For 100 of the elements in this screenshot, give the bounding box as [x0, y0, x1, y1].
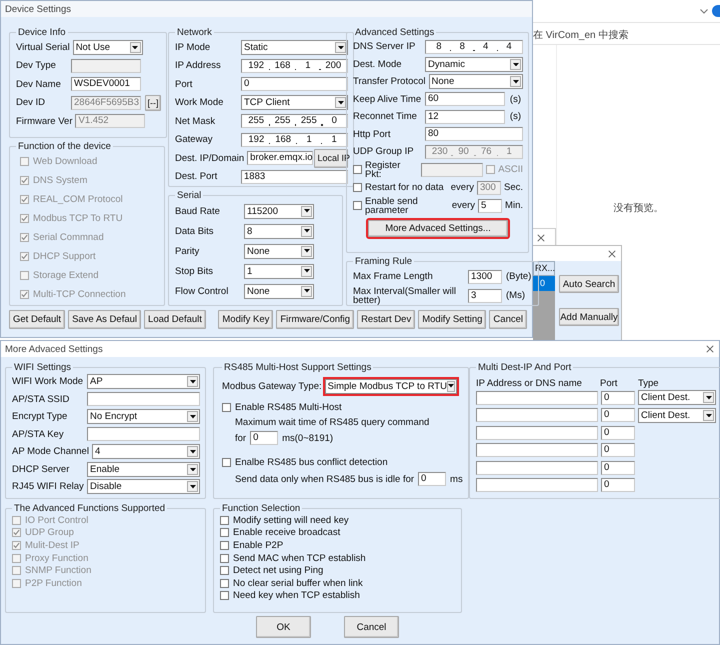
input-field[interactable] — [476, 390, 598, 405]
input-field[interactable]: WSDEV0001 — [71, 77, 141, 92]
input-field[interactable]: 5 — [478, 198, 502, 212]
ip-address-field[interactable]: 192 168 1 1 — [241, 132, 348, 147]
checkbox[interactable] — [220, 591, 229, 600]
checkbox[interactable] — [222, 403, 231, 412]
close-icon[interactable] — [706, 345, 714, 353]
dropdown[interactable]: AP — [87, 374, 200, 390]
dropdown[interactable]: Disable — [87, 479, 200, 494]
field-label: Encrypt Type — [12, 411, 68, 422]
caret-icon — [304, 289, 310, 293]
dialog-button[interactable]: Load Default — [144, 310, 206, 329]
checkbox[interactable] — [222, 458, 231, 467]
dialog-button[interactable]: OK — [256, 616, 311, 638]
close-icon[interactable] — [608, 250, 616, 258]
checkbox-label: Serial Commnad — [33, 232, 104, 243]
ip-address-field[interactable]: 192 168 1 200 — [241, 58, 348, 73]
input-field[interactable] — [87, 427, 200, 442]
checkbox[interactable] — [353, 165, 362, 174]
input-field[interactable]: 0 — [601, 443, 635, 458]
caret-icon — [338, 46, 344, 49]
dropdown[interactable]: 1 — [244, 264, 314, 278]
checkbox-label: SNMP Function — [25, 565, 92, 576]
ip-address-field[interactable]: 8 8 4 4 — [425, 40, 523, 54]
field-label: every — [450, 182, 474, 193]
action-button[interactable]: Auto Search — [559, 275, 619, 293]
checkbox[interactable] — [220, 516, 229, 525]
input-field[interactable]: 80 — [425, 127, 523, 142]
input-field[interactable] — [476, 478, 598, 492]
input-field[interactable]: 0 — [601, 426, 635, 440]
caret-icon — [190, 380, 196, 384]
more-settings-button[interactable]: More Advaced Settings... — [368, 220, 508, 236]
input-field[interactable] — [87, 392, 200, 406]
input-field[interactable]: 0 — [601, 408, 635, 422]
dialog-button[interactable]: Cancel — [489, 310, 527, 329]
field-label: Virtual Serial — [16, 42, 70, 53]
input-field[interactable]: 0 — [250, 431, 278, 445]
input-field[interactable]: 3 — [468, 288, 502, 302]
dropdown[interactable]: No Encrypt — [87, 409, 200, 424]
input-field[interactable] — [476, 443, 598, 458]
dropdown[interactable]: 115200 — [244, 204, 314, 218]
field-label: Dev Type — [16, 60, 57, 72]
input-field[interactable]: 0 — [601, 478, 635, 492]
dialog-button[interactable]: Save As Defaul — [68, 310, 142, 329]
input-field[interactable]: 1883 — [241, 170, 348, 184]
search-field[interactable]: 在 VirCom_en 中搜索 — [533, 27, 720, 45]
input-field[interactable]: 1300 — [468, 270, 502, 284]
input-field[interactable]: 0 — [418, 472, 446, 486]
input-field[interactable]: broker.emqx.io — [247, 151, 314, 166]
dropdown[interactable]: Static — [241, 40, 348, 55]
dialog-button[interactable]: Modify Key — [218, 310, 274, 329]
checkbox[interactable] — [220, 554, 229, 563]
dropdown[interactable]: TCP Client — [241, 95, 348, 110]
field-label: Data Bits — [175, 226, 215, 236]
checkbox-label: ASCII — [498, 164, 523, 175]
dropdown[interactable]: None — [244, 284, 314, 298]
checkbox[interactable] — [220, 528, 229, 538]
checkbox-label: Enable receive broadcast — [233, 527, 340, 538]
dialog-button[interactable]: Get Default — [9, 310, 66, 329]
input-field[interactable] — [476, 408, 598, 422]
dialog-button[interactable]: Firmware/Config — [276, 310, 354, 329]
close-icon[interactable] — [537, 234, 545, 242]
checkbox[interactable] — [486, 165, 496, 174]
input-field[interactable]: 12 — [425, 110, 505, 124]
dropdown[interactable]: Dynamic — [425, 56, 523, 72]
dropdown[interactable]: Client Dest. — [638, 390, 716, 406]
dropdown[interactable]: Enable — [87, 462, 200, 477]
input-field[interactable]: 0 — [601, 390, 635, 405]
input-field[interactable] — [476, 426, 598, 440]
checkbox[interactable] — [220, 540, 229, 550]
ip-address-field[interactable]: 255 255 255 0 — [241, 114, 348, 128]
checkbox-label: Multi-TCP Connection — [33, 289, 126, 300]
field-label: Reconnet Time — [353, 111, 418, 122]
dialog-button[interactable]: Restart Dev — [357, 310, 416, 329]
checkbox-label: P2P Function — [25, 578, 82, 589]
dropdown[interactable]: 8 — [244, 224, 314, 238]
checkbox-label: REAL_COM Protocol — [33, 194, 123, 205]
action-button[interactable]: Add Manually — [559, 308, 619, 326]
dropdown[interactable]: Client Dest. — [638, 408, 716, 423]
checkbox[interactable] — [353, 183, 362, 192]
dropdown[interactable]: Not Use — [72, 40, 143, 55]
dropdown[interactable]: None — [244, 244, 314, 258]
dropdown[interactable]: None — [428, 74, 523, 90]
checkbox-label: UDP Group — [25, 527, 74, 538]
list-row[interactable]: 0 — [533, 276, 555, 291]
input-field[interactable]: 60 — [425, 92, 505, 106]
dialog-button[interactable]: Cancel — [344, 616, 399, 638]
checkbox[interactable] — [220, 566, 229, 576]
dialog-button[interactable]: Modify Setting — [418, 310, 486, 329]
caret-icon — [304, 229, 310, 233]
unit-label: (s) — [508, 94, 522, 105]
input-field[interactable]: 0 — [601, 460, 635, 475]
chevron-down-icon[interactable] — [700, 8, 708, 14]
dropdown[interactable]: Simple Modbus TCP to RTU — [324, 378, 457, 394]
dropdown[interactable]: 4 — [92, 444, 200, 460]
checkbox[interactable] — [353, 201, 362, 210]
column-header: IP Address or DNS name — [476, 378, 583, 389]
input-field[interactable] — [476, 460, 598, 475]
input-field[interactable]: 0 — [241, 77, 348, 92]
checkbox[interactable] — [220, 578, 229, 588]
